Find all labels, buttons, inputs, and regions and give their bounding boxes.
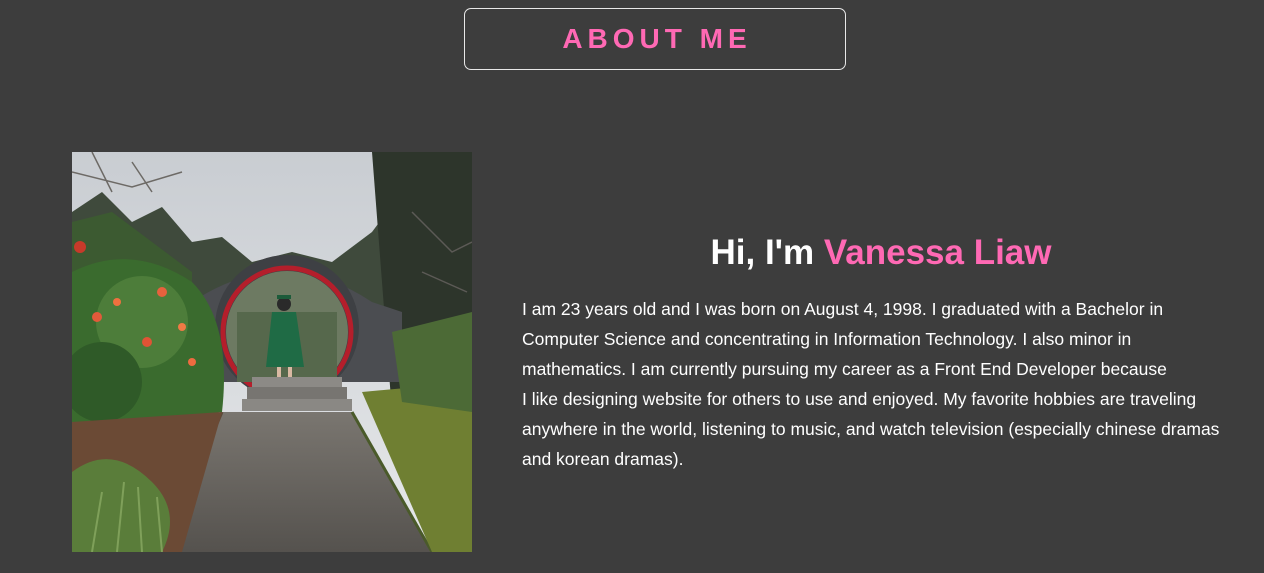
about-text: Hi, I'm Vanessa Liaw I am 23 years old a…	[522, 230, 1252, 474]
bio-line: I like designing website for others to u…	[522, 389, 1197, 409]
about-section: ABOUT ME Hi, I'm Vanessa Liaw I am 23 ye…	[0, 0, 1264, 573]
bio-line: mathematics. I am currently pursuing my …	[522, 359, 1167, 379]
about-me-title-box: ABOUT ME	[464, 8, 846, 70]
bio-paragraph: I am 23 years old and I was born on Augu…	[522, 294, 1252, 474]
bio-line: and korean dramas).	[522, 449, 684, 469]
bio-line: anywhere in the world, listening to musi…	[522, 419, 1220, 439]
greeting-prefix: Hi, I'm	[710, 233, 824, 272]
bio-line: I am 23 years old and I was born on Augu…	[522, 299, 1164, 319]
greeting-heading: Hi, I'm Vanessa Liaw	[522, 230, 1240, 276]
section-title: ABOUT ME	[562, 23, 752, 54]
bio-line: Computer Science and concentrating in In…	[522, 329, 1132, 349]
profile-photo	[72, 152, 472, 552]
person-name: Vanessa Liaw	[823, 233, 1052, 272]
